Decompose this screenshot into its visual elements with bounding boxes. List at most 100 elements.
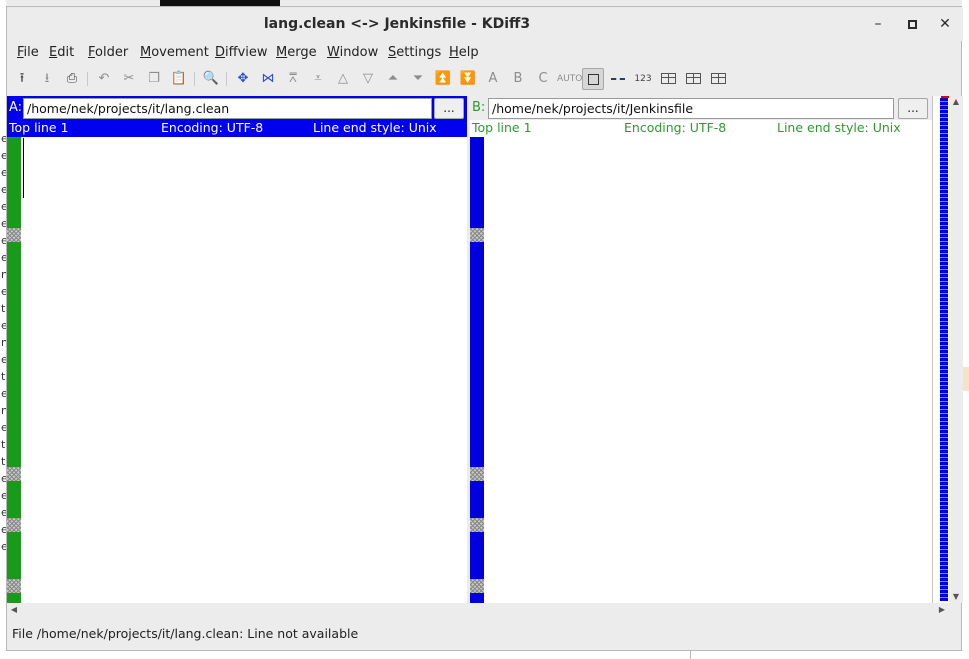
go-top-button[interactable]: ⩞ (282, 68, 304, 90)
dashed-line-icon (611, 77, 625, 80)
hatch-marker (470, 518, 484, 532)
scroll-up-button[interactable]: ▲ (949, 96, 963, 108)
show-window-c-button[interactable] (707, 68, 729, 90)
diff-overview-bar[interactable] (932, 96, 949, 603)
auto-solve-button[interactable]: AUTO (557, 68, 583, 90)
pane-a-top-line: Top line 1 (9, 120, 69, 135)
menu-window[interactable]: Window (327, 45, 378, 60)
show-window-a-button[interactable] (657, 68, 679, 90)
show-whitespace-chars-button[interactable] (607, 68, 629, 90)
menu-merge-mnemonic: M (276, 45, 288, 60)
arrow-bottom-icon: ⩡ (314, 71, 322, 86)
status-bar: File /home/nek/projects/it/lang.clean: L… (12, 626, 359, 641)
select-c-button[interactable]: C (532, 68, 554, 90)
menu-bar: File Edit Folder Movement Diffview Merge… (7, 41, 963, 65)
go-prev-conflict-button[interactable]: ⏶ (382, 68, 404, 90)
menu-movement-label: ovement (151, 45, 209, 60)
maximize-icon (907, 19, 917, 29)
scroll-left-button[interactable]: ◀ (7, 604, 21, 616)
toolbar-separator (87, 72, 88, 86)
letter-c-icon: C (538, 71, 548, 86)
menu-merge-label: erge (287, 45, 317, 60)
menu-movement[interactable]: Movement (140, 45, 209, 60)
printer-icon: ⎙ (66, 71, 78, 86)
pane-b-encoding: Encoding: UTF-8 (624, 120, 727, 135)
undo-icon: ↶ (98, 71, 110, 86)
pane-b-path-input[interactable] (488, 98, 894, 119)
close-button[interactable]: ✕ (936, 15, 954, 33)
go-first-delta-button[interactable]: ⋈ (257, 68, 279, 90)
close-icon: ✕ (939, 16, 951, 32)
go-bottom-button[interactable]: ⩡ (307, 68, 329, 90)
search-icon: 🔍 (202, 71, 220, 86)
paste-button[interactable]: 📋 (168, 68, 190, 90)
letter-a-icon: A (488, 71, 498, 86)
square-icon (587, 74, 599, 85)
auto-icon: AUTO (557, 74, 583, 84)
diff-pane-a[interactable]: A: ... Top line 1 Encoding: UTF-8 Line e… (7, 96, 467, 603)
menu-folder[interactable]: Folder (88, 45, 128, 60)
copy-icon: ❐ (148, 71, 160, 86)
toolbar-separator (194, 72, 195, 86)
pane-b-diff-column (470, 137, 484, 603)
maximize-button[interactable] (903, 15, 921, 33)
triangle-down-icon: ▽ (363, 71, 373, 86)
menu-settings[interactable]: Settings (388, 45, 441, 60)
show-line-numbers-button[interactable]: 123 (632, 68, 654, 90)
select-a-button[interactable]: A (482, 68, 504, 90)
horizontal-scrollbar[interactable]: ◀ ▶ (7, 603, 949, 617)
vertical-scrollbar[interactable]: ▲ ▼ (949, 96, 963, 603)
scroll-down-button[interactable]: ▼ (949, 591, 963, 603)
cut-button[interactable]: ✂ (118, 68, 140, 90)
toolbar: ⭱ ⭳ ⎙ ↶ ✂ ❐ 📋 🔍 ✥ ⋈ ⩞ ⩡ △ ▽ ⏶ ⏷ ⏫ ⏬ A B … (7, 65, 963, 93)
save-button[interactable]: ⭳ (36, 68, 58, 90)
minimize-button[interactable]: – (869, 15, 887, 33)
go-next-unsolved-button[interactable]: ⏬ (457, 68, 479, 90)
pane-a-label: A: (9, 100, 23, 115)
diff-pane-b[interactable]: B: ... Top line 1 Encoding: UTF-8 Line e… (470, 96, 932, 603)
undo-button[interactable]: ↶ (93, 68, 115, 90)
menu-window-label: indow (339, 45, 379, 60)
bowtie-icon: ⋈ (261, 71, 275, 86)
hatch-marker (7, 228, 21, 242)
menu-edit[interactable]: Edit (49, 45, 74, 60)
menu-folder-mnemonic: F (88, 45, 96, 60)
find-button[interactable]: 🔍 (200, 68, 222, 90)
download-icon: ⭳ (44, 71, 50, 86)
background-ochre-block (962, 367, 969, 391)
chevron-left-icon: ◀ (10, 605, 18, 614)
go-prev-unsolved-button[interactable]: ⏫ (432, 68, 454, 90)
go-current-delta-button[interactable]: ✥ (232, 68, 254, 90)
triple-down-icon: ⏬ (459, 71, 477, 86)
menu-help[interactable]: Help (449, 45, 479, 60)
print-button[interactable]: ⎙ (61, 68, 83, 90)
menu-help-label: elp (458, 45, 479, 60)
go-next-delta-button[interactable]: ▽ (357, 68, 379, 90)
menu-diffview-label: iffview (225, 45, 268, 60)
menu-diffview-mnemonic: D (215, 45, 226, 60)
copy-button[interactable]: ❐ (143, 68, 165, 90)
go-next-conflict-button[interactable]: ⏷ (407, 68, 429, 90)
title-bar[interactable]: lang.clean <-> Jenkinsfile - KDiff3 – ✕ (7, 7, 963, 41)
show-window-b-button[interactable] (682, 68, 704, 90)
menu-settings-label: ettings (396, 45, 442, 60)
show-whitespace-button[interactable] (582, 68, 604, 90)
pane-a-browse-button[interactable]: ... (434, 98, 464, 119)
pane-b-browse-button[interactable]: ... (898, 98, 928, 119)
select-b-button[interactable]: B (507, 68, 529, 90)
menu-diffview[interactable]: Diffview (215, 45, 268, 60)
double-down-icon: ⏷ (412, 71, 424, 86)
open-button[interactable]: ⭱ (11, 68, 33, 90)
hatch-marker (470, 579, 484, 593)
hatch-marker (7, 579, 21, 593)
pane-a-diff-column (7, 137, 21, 603)
go-prev-delta-button[interactable]: △ (332, 68, 354, 90)
upload-icon: ⭱ (19, 71, 25, 86)
menu-file[interactable]: File (17, 45, 39, 60)
vertical-scroll-thumb[interactable] (951, 110, 961, 589)
scroll-right-button[interactable]: ▶ (935, 604, 949, 616)
pane-a-path-input[interactable] (23, 98, 432, 119)
chevron-down-icon: ▼ (952, 592, 960, 601)
menu-merge[interactable]: Merge (276, 45, 317, 60)
overview-diff-strip (940, 98, 948, 601)
